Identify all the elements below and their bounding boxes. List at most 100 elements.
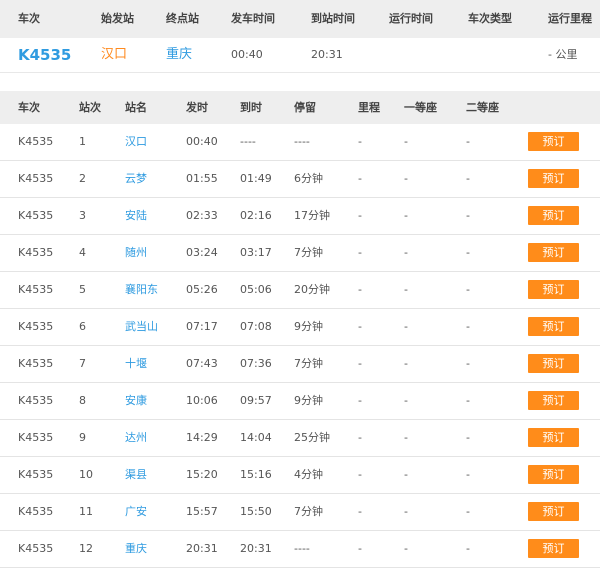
cell-first-class: -	[404, 542, 408, 555]
cell-depart: 20:31	[186, 542, 218, 555]
col-arrive: 到时	[240, 101, 262, 114]
cell-arrive: 03:17	[240, 246, 272, 259]
cell-station[interactable]: 重庆	[125, 531, 147, 567]
cell-second-class: -	[466, 505, 470, 518]
cell-stop-no: 3	[79, 209, 86, 222]
cell-first-class: -	[404, 468, 408, 481]
book-button[interactable]: 预订	[528, 354, 579, 373]
book-button[interactable]: 预订	[528, 428, 579, 447]
cell-arrive: 07:36	[240, 357, 272, 370]
cell-station[interactable]: 安陆	[125, 198, 147, 234]
table-body: K4535 1 汉口 00:40 ---- ---- - - - 预订 K4535 2 云梦 01:55 0…	[0, 124, 600, 568]
cell-station[interactable]: 渠县	[125, 457, 147, 493]
cell-train: K4535	[18, 209, 54, 222]
book-button[interactable]: 预订	[528, 206, 579, 225]
table-row: K4535 9 达州 14:29 14:04 25分钟 - - - 预订	[0, 420, 600, 457]
summary-header-arrive: 到站时间	[311, 12, 355, 25]
cell-train: K4535	[18, 135, 54, 148]
cell-station[interactable]: 武当山	[125, 309, 158, 345]
book-button[interactable]: 预订	[528, 465, 579, 484]
summary-from-station[interactable]: 汉口	[101, 38, 127, 72]
cell-station[interactable]: 达州	[125, 420, 147, 456]
book-button[interactable]: 预订	[528, 243, 579, 262]
cell-second-class: -	[466, 431, 470, 444]
cell-stop-no: 5	[79, 283, 86, 296]
cell-station[interactable]: 十堰	[125, 346, 147, 382]
cell-depart: 02:33	[186, 209, 218, 222]
summary-header-train: 车次	[18, 12, 40, 25]
cell-arrive: 05:06	[240, 283, 272, 296]
cell-station[interactable]: 安康	[125, 383, 147, 419]
cell-first-class: -	[404, 135, 408, 148]
col-first-class: 一等座	[404, 101, 437, 114]
cell-station[interactable]: 广安	[125, 494, 147, 530]
book-button[interactable]: 预订	[528, 317, 579, 336]
cell-station[interactable]: 随州	[125, 235, 147, 271]
cell-stay: 6分钟	[294, 172, 323, 185]
cell-mileage: -	[358, 357, 362, 370]
cell-first-class: -	[404, 431, 408, 444]
cell-stay: ----	[294, 542, 310, 555]
cell-arrive: ----	[240, 135, 256, 148]
cell-station[interactable]: 襄阳东	[125, 272, 158, 308]
cell-second-class: -	[466, 283, 470, 296]
table-row: K4535 10 渠县 15:20 15:16 4分钟 - - - 预订	[0, 457, 600, 494]
cell-train: K4535	[18, 394, 54, 407]
cell-first-class: -	[404, 357, 408, 370]
table-row: K4535 12 重庆 20:31 20:31 ---- - - - 预订	[0, 531, 600, 568]
summary-train-number[interactable]: K4535	[18, 38, 71, 72]
cell-second-class: -	[466, 542, 470, 555]
cell-stay: 17分钟	[294, 209, 330, 222]
book-button[interactable]: 预订	[528, 280, 579, 299]
table-row: K4535 5 襄阳东 05:26 05:06 20分钟 - - - 预订	[0, 272, 600, 309]
table-row: K4535 8 安康 10:06 09:57 9分钟 - - - 预订	[0, 383, 600, 420]
col-train: 车次	[18, 101, 40, 114]
col-stay: 停留	[294, 101, 316, 114]
table-row: K4535 4 随州 03:24 03:17 7分钟 - - - 预订	[0, 235, 600, 272]
cell-mileage: -	[358, 431, 362, 444]
cell-first-class: -	[404, 320, 408, 333]
cell-first-class: -	[404, 505, 408, 518]
table-row: K4535 3 安陆 02:33 02:16 17分钟 - - - 预订	[0, 198, 600, 235]
table-row: K4535 7 十堰 07:43 07:36 7分钟 - - - 预订	[0, 346, 600, 383]
summary-header-to: 终点站	[166, 12, 199, 25]
cell-arrive: 09:57	[240, 394, 272, 407]
table-row: K4535 2 云梦 01:55 01:49 6分钟 - - - 预订	[0, 161, 600, 198]
book-button[interactable]: 预订	[528, 169, 579, 188]
train-summary: 车次 始发站 终点站 发车时间 到站时间 运行时间 车次类型 运行里程 K453…	[0, 0, 600, 73]
cell-stop-no: 4	[79, 246, 86, 259]
cell-station[interactable]: 汉口	[125, 124, 147, 160]
summary-mileage: - 公里	[548, 48, 578, 61]
summary-header-mileage: 运行里程	[548, 12, 592, 25]
col-depart: 发时	[186, 101, 208, 114]
cell-train: K4535	[18, 357, 54, 370]
book-button[interactable]: 预订	[528, 502, 579, 521]
cell-first-class: -	[404, 172, 408, 185]
book-button[interactable]: 预订	[528, 391, 579, 410]
cell-stay: 7分钟	[294, 246, 323, 259]
cell-mileage: -	[358, 135, 362, 148]
cell-train: K4535	[18, 172, 54, 185]
summary-depart-time: 00:40	[231, 48, 263, 61]
cell-stop-no: 10	[79, 468, 93, 481]
book-button[interactable]: 预订	[528, 539, 579, 558]
summary-to-station[interactable]: 重庆	[166, 38, 192, 72]
book-button[interactable]: 预订	[528, 132, 579, 151]
cell-stop-no: 12	[79, 542, 93, 555]
cell-second-class: -	[466, 135, 470, 148]
cell-second-class: -	[466, 246, 470, 259]
cell-second-class: -	[466, 209, 470, 222]
cell-train: K4535	[18, 505, 54, 518]
cell-arrive: 15:16	[240, 468, 272, 481]
cell-train: K4535	[18, 283, 54, 296]
table-header: 车次 站次 站名 发时 到时 停留 里程 一等座 二等座	[0, 91, 600, 124]
cell-train: K4535	[18, 468, 54, 481]
summary-arrive-time: 20:31	[311, 48, 343, 61]
cell-mileage: -	[358, 172, 362, 185]
cell-second-class: -	[466, 320, 470, 333]
cell-station[interactable]: 云梦	[125, 161, 147, 197]
col-mileage: 里程	[358, 101, 380, 114]
cell-depart: 05:26	[186, 283, 218, 296]
cell-mileage: -	[358, 468, 362, 481]
